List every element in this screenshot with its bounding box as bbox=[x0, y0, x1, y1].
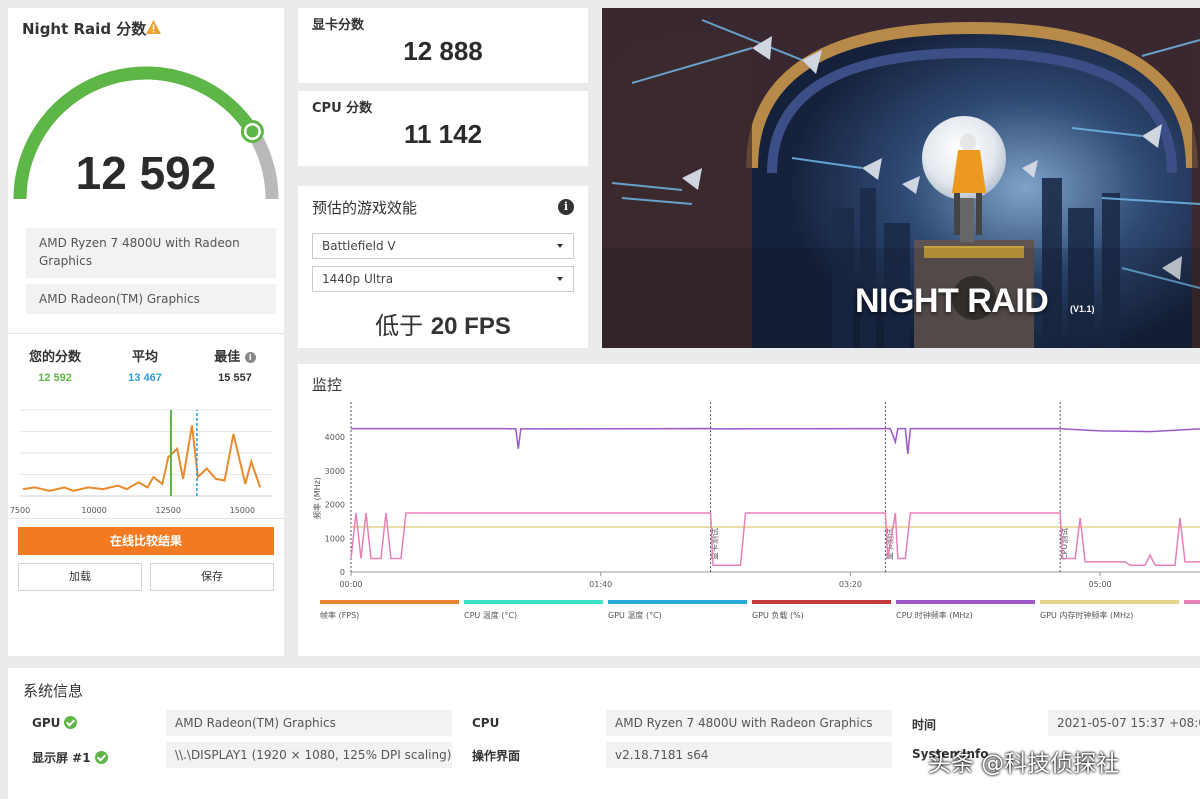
gpu-clock-line bbox=[350, 512, 1200, 566]
watermark-text: 头条 @科技侦探社 bbox=[928, 751, 1120, 777]
x-tick-label: 7500 bbox=[10, 506, 30, 515]
x-tick-label: 10000 bbox=[81, 506, 106, 515]
score-title: Night Raid 分数 bbox=[22, 20, 147, 38]
best-score-label: 最佳 bbox=[214, 350, 241, 365]
legend-color-swatch bbox=[1184, 600, 1200, 604]
divider bbox=[8, 518, 284, 519]
x-tick-label: 00:00 bbox=[339, 580, 362, 589]
compare-online-button[interactable]: 在线比较结果 bbox=[18, 527, 274, 555]
x-tick-label: 12500 bbox=[156, 506, 181, 515]
average-score-value: 13 467 bbox=[128, 372, 162, 384]
your-score-value: 12 592 bbox=[38, 372, 72, 384]
legend-item[interactable]: CPU 温度 (°C) bbox=[464, 600, 603, 621]
os-key: 操作界面 bbox=[472, 749, 521, 763]
gpu-key: GPU bbox=[32, 716, 78, 730]
legend-color-swatch bbox=[896, 600, 1035, 604]
warning-icon[interactable] bbox=[145, 19, 162, 35]
dropdown-caret-icon bbox=[557, 277, 563, 281]
legend-color-swatch bbox=[608, 600, 747, 604]
y-tick-label: 4000 bbox=[325, 433, 345, 442]
hero-title: NIGHT RAID bbox=[855, 282, 1049, 320]
your-score-label: 您的分数 bbox=[28, 350, 81, 365]
game-performance-title: 预估的游戏效能 bbox=[312, 199, 418, 217]
cpu-clock-line bbox=[351, 427, 1200, 454]
cpu-name-box: AMD Ryzen 7 4800U with Radeon Graphics bbox=[26, 228, 276, 278]
gpu-score-label: 显卡分数 bbox=[312, 18, 365, 33]
legend-label: CPU 温度 (°C) bbox=[464, 611, 518, 620]
display-key: 显示屏 #1 bbox=[32, 749, 108, 766]
legend-label: GPU 负载 (%) bbox=[752, 611, 804, 620]
y-tick-label: 0 bbox=[340, 568, 345, 577]
legend-item[interactable]: GPU 负载 (%) bbox=[752, 600, 891, 621]
divider bbox=[8, 333, 284, 334]
monitoring-title: 监控 bbox=[312, 376, 343, 394]
y-tick-label: 2000 bbox=[325, 501, 345, 510]
hero-version: (V1.1) bbox=[1070, 304, 1095, 314]
monitoring-chart: 0 1000 2000 3000 4000 频率 (MHz) 00:00 01:40 03:20… bbox=[312, 402, 1200, 589]
x-tick-label: 05:00 bbox=[1089, 580, 1112, 589]
gpu-value: AMD Radeon(TM) Graphics bbox=[166, 710, 452, 736]
game-select[interactable]: Battlefield V bbox=[312, 233, 574, 259]
check-icon bbox=[64, 716, 78, 729]
gpu-score-card: 显卡分数 12 888 bbox=[298, 8, 588, 83]
cpu-key: CPU bbox=[472, 716, 500, 730]
legend-label: 帧率 (FPS) bbox=[320, 611, 360, 620]
score-panel: Night Raid 分数 12 592 AMD Ryzen 7 4800U w… bbox=[8, 8, 284, 656]
load-button[interactable]: 加载 bbox=[18, 563, 142, 591]
legend-label: GPU 温度 (°C) bbox=[608, 611, 662, 620]
legend-color-swatch bbox=[752, 600, 891, 604]
x-tick-label: 01:40 bbox=[589, 580, 612, 589]
gpu-name: AMD Radeon(TM) Graphics bbox=[39, 292, 200, 306]
display-value: \\.\DISPLAY1 (1920 × 1080, 125% DPI scal… bbox=[166, 742, 452, 768]
preset-select[interactable]: 1440p Ultra bbox=[312, 266, 574, 292]
x-tick-label: 03:20 bbox=[839, 580, 862, 589]
info-icon[interactable]: i bbox=[244, 352, 256, 363]
monitoring-panel: 监控 0 1000 2000 3000 4000 频率 (MHz) 00:00 01:40 03… bbox=[298, 364, 1200, 656]
score-distribution-chart: 7500 10000 12500 15000 bbox=[10, 409, 272, 515]
overall-score: 12 592 bbox=[75, 147, 217, 199]
cpu-score-label: CPU 分数 bbox=[312, 101, 373, 116]
legend-item[interactable]: 帧率 (FPS) bbox=[320, 600, 459, 621]
fps-value: 20 FPS bbox=[430, 313, 511, 340]
game-select-value: Battlefield V bbox=[322, 239, 396, 253]
benchmark-hero-image: NIGHT RAID (V1.1) bbox=[602, 8, 1200, 348]
save-button[interactable]: 保存 bbox=[150, 563, 274, 591]
os-value: v2.18.7181 s64 bbox=[606, 742, 892, 768]
x-tick-label: 15000 bbox=[230, 506, 255, 515]
legend-item[interactable] bbox=[1184, 600, 1200, 610]
cpu-name: AMD Ryzen 7 4800U with Radeon Graphics bbox=[39, 236, 240, 268]
time-value: 2021-05-07 15:37 +08:00 bbox=[1048, 710, 1200, 736]
info-icon[interactable]: i bbox=[558, 199, 574, 215]
cpu-score-value: 11 142 bbox=[403, 119, 483, 149]
check-icon bbox=[94, 751, 108, 764]
cpu-score-card: CPU 分数 11 142 bbox=[298, 91, 588, 166]
legend-item[interactable]: GPU 温度 (°C) bbox=[608, 600, 747, 621]
game-performance-panel: 预估的游戏效能 i Battlefield V 1440p Ultra 低于 2… bbox=[298, 186, 588, 348]
fps-prefix: 低于 bbox=[375, 312, 424, 340]
y-axis-label: 频率 (MHz) bbox=[312, 477, 322, 519]
legend-color-swatch bbox=[320, 600, 459, 604]
y-tick-label: 3000 bbox=[325, 467, 345, 476]
y-tick-label: 1000 bbox=[325, 534, 345, 543]
preset-select-value: 1440p Ultra bbox=[322, 272, 394, 286]
cpu-value: AMD Ryzen 7 4800U with Radeon Graphics bbox=[606, 710, 892, 736]
estimated-fps: 低于 20 FPS bbox=[298, 306, 588, 341]
legend-color-swatch bbox=[464, 600, 603, 604]
legend-item[interactable]: CPU 时钟频率 (MHz) bbox=[896, 600, 1035, 621]
gpu-name-box: AMD Radeon(TM) Graphics bbox=[26, 284, 276, 314]
legend-color-swatch bbox=[1040, 600, 1179, 604]
legend-label: GPU 内存时钟频率 (MHz) bbox=[1040, 611, 1134, 620]
best-score-value: 15 557 bbox=[218, 372, 252, 384]
system-info-panel: 系统信息 GPU AMD Radeon(TM) Graphics 显示屏 #1 … bbox=[8, 668, 1200, 799]
legend-label: CPU 时钟频率 (MHz) bbox=[896, 611, 973, 620]
dropdown-caret-icon bbox=[557, 244, 563, 248]
system-info-title: 系统信息 bbox=[23, 682, 84, 700]
gpu-score-value: 12 888 bbox=[403, 36, 483, 66]
distribution-curve bbox=[22, 425, 262, 492]
average-score-label: 平均 bbox=[131, 350, 158, 365]
time-key: 时间 bbox=[912, 718, 937, 732]
legend-item[interactable]: GPU 内存时钟频率 (MHz) bbox=[1040, 600, 1179, 621]
